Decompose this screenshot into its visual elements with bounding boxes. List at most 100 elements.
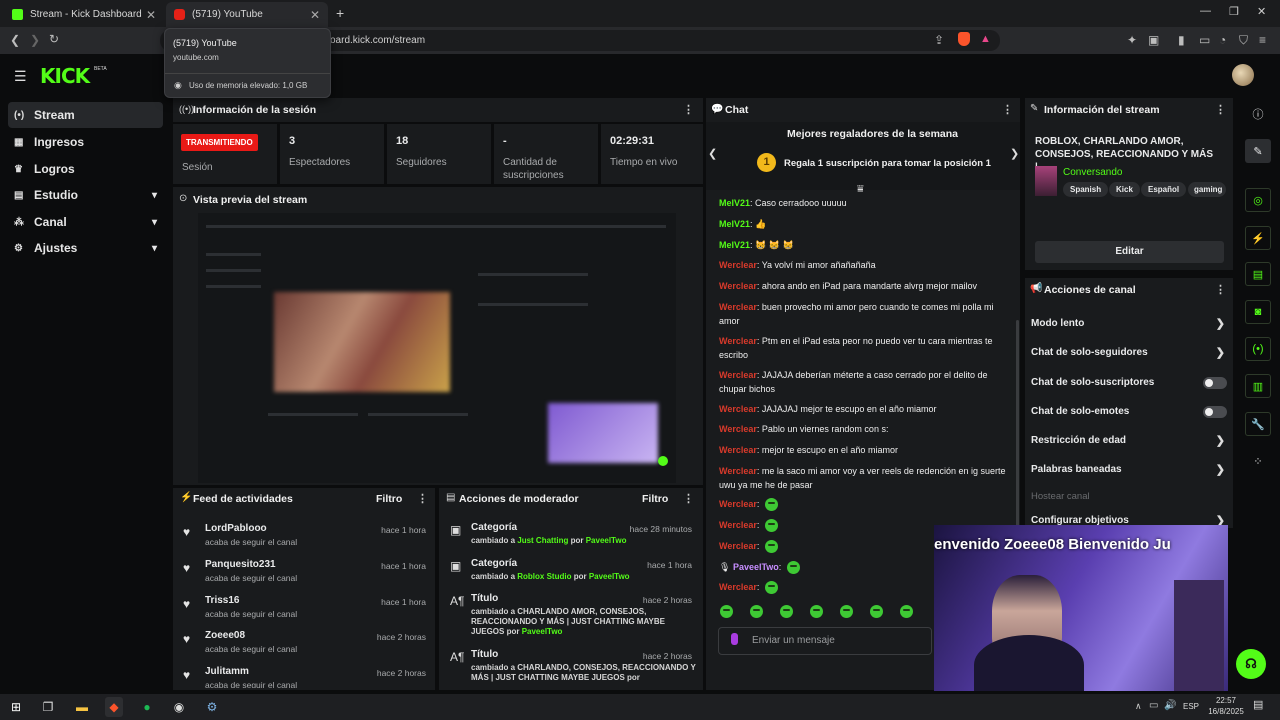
emote-icon[interactable]	[764, 581, 778, 595]
clock-time[interactable]: 22:57	[1210, 696, 1242, 705]
follower-name[interactable]: Zoeee08	[205, 630, 245, 641]
network-icon[interactable]: ▭	[1149, 700, 1158, 711]
close-tab-icon[interactable]: ✕	[310, 8, 320, 22]
pencil-icon[interactable]: ✎	[1245, 139, 1271, 163]
maximize-icon[interactable]: ❐	[1229, 5, 1239, 18]
emote-icon[interactable]	[780, 605, 793, 618]
more-options-icon[interactable]: ⋮	[683, 492, 694, 505]
emote-icon[interactable]	[900, 605, 913, 618]
chat-username[interactable]: Werclear	[719, 499, 757, 509]
chat-username[interactable]: MelV21	[719, 219, 750, 229]
vpn-icon[interactable]: ◔	[1219, 33, 1226, 47]
detail-user[interactable]: PaveelTwo	[589, 572, 630, 581]
chat-username[interactable]: MelV21	[719, 240, 750, 250]
more-options-icon[interactable]: ⋮	[1002, 103, 1013, 116]
help-chat-icon[interactable]: ☊	[1236, 649, 1266, 679]
tag-chip[interactable]: Kick	[1109, 182, 1140, 197]
action-banned-words[interactable]: Palabras baneadas ❯	[1031, 464, 1227, 482]
follower-name[interactable]: Panquesito231	[205, 559, 276, 570]
sidebar-item-canal[interactable]: ⁂ Canal ▾	[8, 209, 163, 235]
chat-username[interactable]: Werclear	[719, 582, 757, 592]
clipboard-icon[interactable]: ▤	[1245, 262, 1271, 286]
chat-username[interactable]: Werclear	[719, 302, 757, 312]
follower-name[interactable]: Julitamm	[205, 666, 249, 677]
emote-icon[interactable]	[720, 605, 733, 618]
more-options-icon[interactable]: ⋮	[1215, 103, 1226, 116]
file-explorer-icon[interactable]: ▬	[73, 698, 91, 716]
brave-shield-icon[interactable]	[958, 32, 970, 46]
chat-username[interactable]: Werclear	[719, 466, 757, 476]
chat-bubble-icon[interactable]: ◙	[1245, 300, 1271, 324]
tag-chip[interactable]: Spanish	[1063, 182, 1109, 197]
wrench-icon[interactable]: 🔧	[1245, 412, 1271, 436]
emote-icon[interactable]	[840, 605, 853, 618]
chat-username[interactable]: Werclear	[719, 404, 757, 414]
action-age-restriction[interactable]: Restricción de edad ❯	[1031, 435, 1227, 453]
chat-username[interactable]: Werclear	[719, 370, 757, 380]
language-indicator[interactable]: ESP	[1183, 702, 1199, 711]
tag-chip[interactable]: Español	[1141, 182, 1187, 197]
sidebar-item-ajustes[interactable]: ⚙ Ajustes ▾	[8, 235, 163, 261]
more-options-icon[interactable]: ⋮	[417, 492, 428, 505]
minimize-icon[interactable]: —	[1200, 5, 1211, 17]
sidebar-item-logros[interactable]: ♛ Logros	[8, 156, 163, 182]
shield-icon[interactable]: ⛉	[1239, 33, 1248, 48]
emote-icon[interactable]	[750, 605, 763, 618]
task-view-icon[interactable]: ❐	[39, 698, 57, 716]
sidebar-item-estudio[interactable]: ▤ Estudio ▾	[8, 182, 163, 208]
sidebar-item-stream[interactable]: (•) Stream	[8, 102, 163, 128]
toggle-switch[interactable]	[1203, 377, 1227, 389]
chat-username[interactable]: Werclear	[719, 281, 757, 291]
tag-chip[interactable]: gaming	[1188, 182, 1226, 197]
more-options-icon[interactable]: ⋮	[1215, 283, 1226, 296]
follower-name[interactable]: Triss16	[205, 595, 239, 606]
url-text[interactable]: oard.kick.com/stream	[330, 35, 425, 46]
clock-date[interactable]: 16/8/2025	[1203, 707, 1249, 716]
chat-username[interactable]: PaveelTwo	[733, 562, 779, 572]
wallet-icon[interactable]: ▭	[1199, 33, 1210, 47]
chevron-left-icon[interactable]: ❮	[708, 147, 717, 160]
reload-icon[interactable]: ↻	[49, 32, 59, 46]
target-icon[interactable]: ◎	[1245, 188, 1271, 212]
more-options-icon[interactable]: ⋮	[683, 103, 694, 116]
lightning-icon[interactable]: ⚡	[1245, 226, 1271, 250]
emote-icon[interactable]	[786, 561, 800, 575]
tray-arrow-icon[interactable]: ∧	[1135, 701, 1142, 712]
action-slow-mode[interactable]: Modo lento ❯	[1031, 318, 1227, 336]
chevron-right-icon[interactable]: ❯	[1010, 147, 1019, 160]
close-window-icon[interactable]: ✕	[1257, 5, 1266, 18]
menu-icon[interactable]: ≡	[1259, 33, 1266, 47]
detail-user[interactable]: PaveelTwo	[522, 627, 563, 636]
emote-icon[interactable]	[764, 540, 778, 554]
layout-icon[interactable]: ▥	[1245, 374, 1271, 398]
emote-icon[interactable]	[764, 519, 778, 533]
chat-username[interactable]: Werclear	[719, 445, 757, 455]
screenshot-icon[interactable]: ▣	[1148, 33, 1159, 47]
broadcast-icon[interactable]: (•)	[1245, 337, 1271, 361]
mic-icon[interactable]	[731, 633, 738, 645]
forward-icon[interactable]: ❯	[30, 33, 40, 47]
toggle-switch[interactable]	[1203, 406, 1227, 418]
emote-icon[interactable]	[870, 605, 883, 618]
hamburger-menu-icon[interactable]: ☰	[14, 68, 27, 85]
share-icon[interactable]: ⇪	[934, 33, 944, 47]
sidebar-item-ingresos[interactable]: ▦ Ingresos	[8, 129, 163, 155]
follower-name[interactable]: LordPablooo	[205, 523, 267, 534]
windows-start-icon[interactable]: ⊞	[7, 698, 25, 716]
chat-username[interactable]: Werclear	[719, 260, 757, 270]
chat-username[interactable]: Werclear	[719, 336, 757, 346]
close-tab-icon[interactable]: ✕	[146, 8, 156, 22]
chat-username[interactable]: MelV21	[719, 198, 750, 208]
brave-browser-icon[interactable]: ◆	[105, 697, 123, 717]
collapse-icon[interactable]: ⩸	[857, 183, 864, 196]
extensions-icon[interactable]: ✦	[1127, 33, 1137, 47]
mod-filter-button[interactable]: Filtro	[642, 493, 668, 505]
tab-youtube[interactable]: (5719) YouTube ✕	[166, 2, 328, 27]
obs-icon[interactable]: ◉	[170, 698, 188, 716]
category-name[interactable]: Conversando	[1063, 167, 1122, 178]
gift-prompt[interactable]: Regala 1 suscripción para tomar la posic…	[784, 158, 991, 169]
chat-username[interactable]: Werclear	[719, 424, 757, 434]
action-followers-only[interactable]: Chat de solo-seguidores ❯	[1031, 347, 1227, 365]
chat-username[interactable]: Werclear	[719, 541, 757, 551]
volume-icon[interactable]: 🔊	[1164, 700, 1176, 711]
